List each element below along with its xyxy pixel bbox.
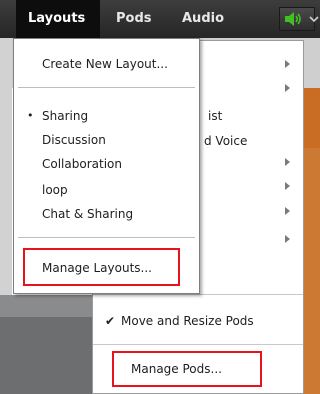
menu-bar: Layouts Pods Audio — [0, 0, 320, 38]
layouts-menu: Create New Layout... • Sharing Discussio… — [13, 38, 200, 294]
layout-sharing-label: Sharing — [42, 109, 89, 123]
pods-menu-item-partial[interactable]: d Voice — [204, 134, 247, 148]
submenu-arrow-icon — [285, 207, 290, 215]
submenu-arrow-icon — [285, 84, 290, 92]
menu-audio[interactable]: Audio — [182, 0, 236, 38]
layout-chat-sharing-label: Chat & Sharing — [42, 207, 134, 221]
chevron-down-icon[interactable] — [309, 15, 319, 23]
move-resize-pods-label: Move and Resize Pods — [121, 314, 254, 328]
submenu-arrow-icon — [285, 60, 290, 68]
create-new-layout-label: Create New Layout... — [42, 57, 168, 71]
menu-item-move-resize-pods[interactable]: ✔ Move and Resize Pods — [93, 311, 303, 333]
highlight-manage-pods — [112, 351, 262, 387]
menu-pods-label: Pods — [116, 11, 152, 26]
layout-collaboration-label: Collaboration — [42, 157, 122, 171]
layout-loop-label: loop — [42, 183, 68, 197]
check-icon: ✔ — [105, 314, 116, 328]
selected-bullet-icon: • — [27, 109, 34, 122]
menu-pods[interactable]: Pods — [112, 0, 162, 38]
menu-audio-label: Audio — [182, 11, 225, 26]
menu-divider — [18, 87, 195, 88]
layout-discussion-label: Discussion — [42, 133, 106, 147]
menu-layouts-label: Layouts — [28, 11, 86, 26]
speaker-icon — [285, 12, 301, 26]
submenu-arrow-icon — [285, 158, 290, 166]
menu-item-layout-chat-sharing[interactable]: Chat & Sharing — [14, 203, 199, 225]
menu-item-create-new-layout[interactable]: Create New Layout... — [14, 53, 199, 75]
menu-item-layout-discussion[interactable]: Discussion — [14, 129, 199, 151]
menu-item-layout-sharing[interactable]: • Sharing — [14, 105, 199, 127]
app-lower-left-pod-header — [0, 295, 100, 317]
menu-item-layout-collaboration[interactable]: Collaboration — [14, 153, 199, 175]
menu-divider — [93, 344, 303, 345]
submenu-arrow-icon — [285, 235, 290, 243]
menu-layouts[interactable]: Layouts — [16, 0, 100, 38]
menu-divider — [18, 237, 195, 238]
pods-menu-item-partial[interactable]: ist — [208, 109, 222, 123]
highlight-manage-layouts — [23, 248, 180, 286]
submenu-arrow-icon — [285, 182, 290, 190]
menu-divider — [93, 294, 303, 295]
menu-item-layout-loop[interactable]: loop — [14, 179, 199, 201]
